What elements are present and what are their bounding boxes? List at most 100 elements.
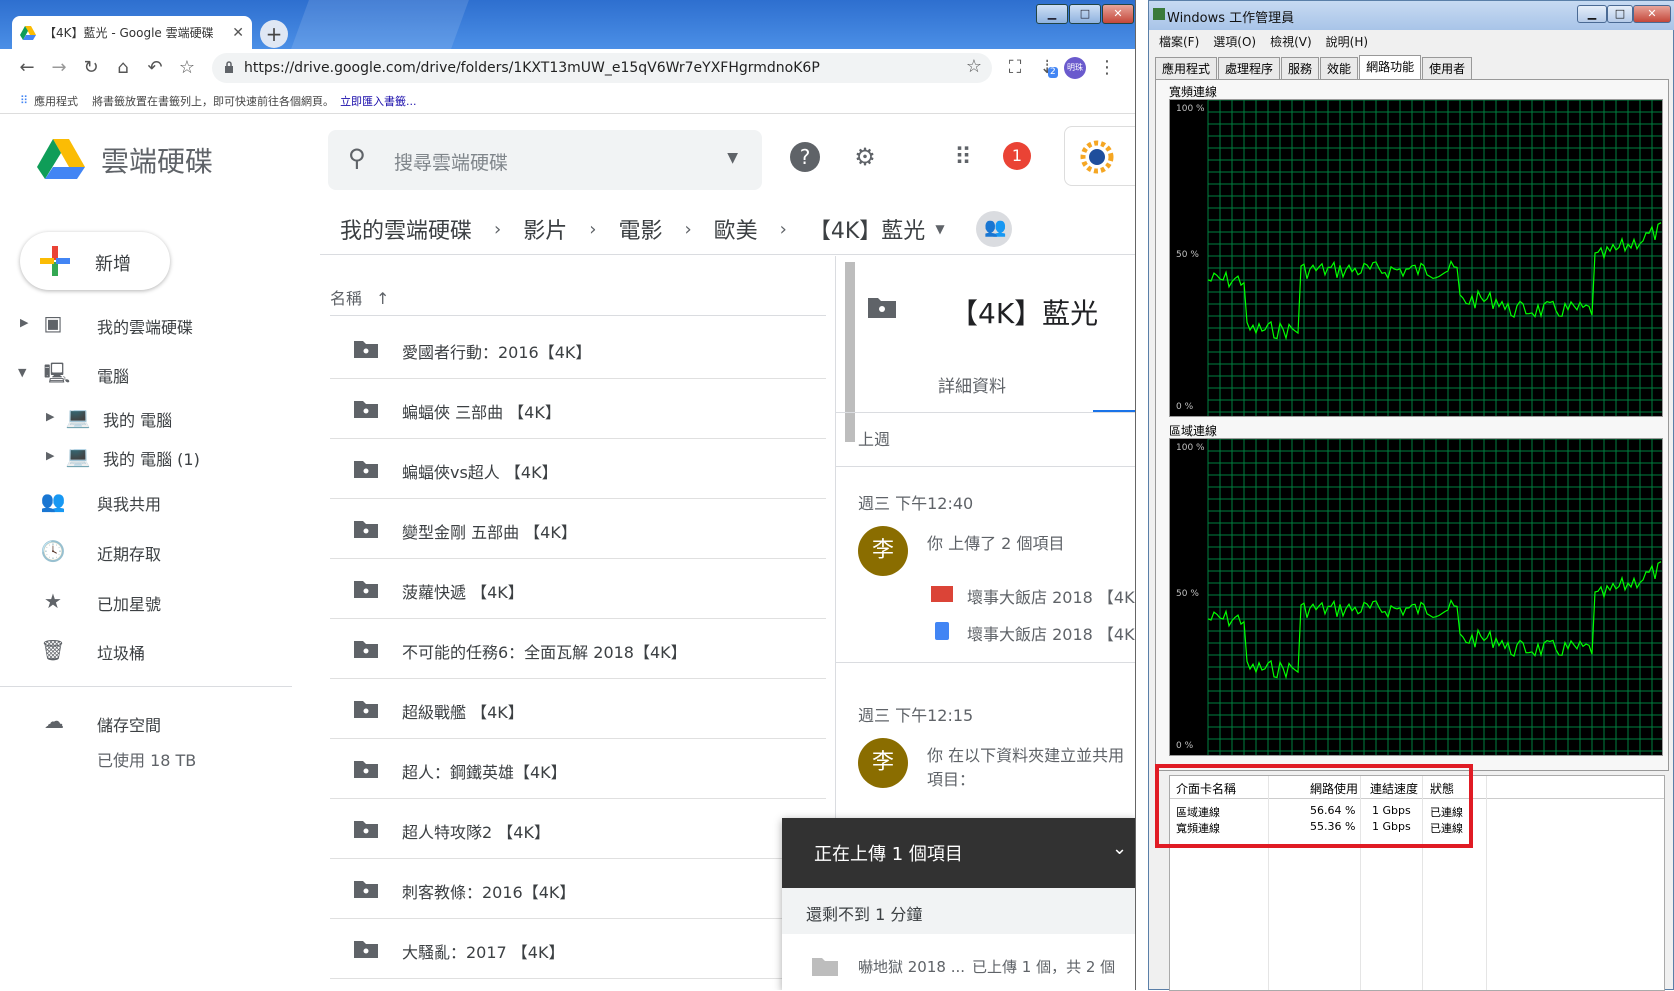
activity-file[interactable]: 壞事大飯店 2018 【4K bbox=[967, 584, 1135, 608]
apps-link[interactable]: 應用程式 bbox=[34, 93, 78, 109]
new-button[interactable]: 新增 bbox=[20, 232, 170, 290]
search-options-icon[interactable]: ▼ bbox=[727, 150, 738, 166]
taskmgr-title: Windows 工作管理員 bbox=[1167, 11, 1295, 26]
breadcrumb-current[interactable]: 【4K】藍光 bbox=[809, 213, 925, 245]
breadcrumb-item[interactable]: 電影 bbox=[618, 213, 662, 245]
column-header-name[interactable]: 名稱 ↑ bbox=[330, 285, 389, 309]
chevron-right-icon: › bbox=[684, 218, 692, 240]
nav-storage[interactable]: 儲存空間 bbox=[97, 712, 161, 736]
menu-file[interactable]: 檔案(F) bbox=[1159, 33, 1199, 50]
shared-folder-icon[interactable]: 👥 bbox=[976, 211, 1012, 247]
chevron-right-icon: › bbox=[779, 218, 787, 240]
nav-computers[interactable]: 電腦 bbox=[97, 363, 129, 387]
file-row[interactable]: 大騷亂：2017 【4K】 bbox=[330, 918, 826, 979]
collapse-chevron-icon[interactable]: ⌄ bbox=[1112, 838, 1127, 859]
crop-extension-icon[interactable]: ⛶ bbox=[1004, 57, 1026, 79]
browser-tab[interactable]: 【4K】藍光 - Google 雲端硬碟 ✕ bbox=[12, 16, 252, 49]
expand-arrow-icon[interactable]: ▶ bbox=[20, 316, 28, 329]
header-divider bbox=[320, 254, 1135, 255]
laptop-icon: 💻 bbox=[65, 405, 91, 429]
sort-arrow-up-icon[interactable]: ↑ bbox=[376, 289, 389, 308]
apps-launcher-icon[interactable]: ⠿ bbox=[948, 142, 978, 172]
tab-services[interactable]: 服務 bbox=[1281, 57, 1320, 79]
tab-users[interactable]: 使用者 bbox=[1422, 57, 1473, 79]
file-row[interactable]: 變型金剛 五部曲 【4K】 bbox=[330, 498, 826, 559]
maximize-button[interactable]: □ bbox=[1607, 5, 1633, 23]
nav-shared[interactable]: 與我共用 bbox=[97, 491, 161, 515]
home-icon[interactable]: ⌂ bbox=[112, 57, 134, 79]
collapse-arrow-icon[interactable]: ▼ bbox=[18, 366, 26, 379]
new-tab-button[interactable]: + bbox=[260, 20, 288, 48]
drive-logo-icon[interactable] bbox=[37, 139, 85, 179]
file-row[interactable]: 蝙蝠俠 三部曲 【4K】 bbox=[330, 378, 826, 439]
search-box[interactable]: ⚲ 搜尋雲端硬碟 ▼ bbox=[328, 130, 762, 190]
storage-used: 已使用 18 TB bbox=[97, 751, 197, 770]
scrollbar[interactable] bbox=[845, 262, 855, 442]
file-row[interactable]: 超級戰艦 【4K】 bbox=[330, 678, 826, 739]
tab-processes[interactable]: 處理程序 bbox=[1218, 57, 1281, 79]
close-window-button[interactable]: ✕ bbox=[1102, 4, 1134, 24]
search-input[interactable]: 搜尋雲端硬碟 bbox=[394, 148, 508, 175]
star-bookmark-icon[interactable]: ☆ bbox=[176, 57, 198, 79]
file-name: 超級戰艦 【4K】 bbox=[402, 703, 524, 722]
new-button-label: 新增 bbox=[95, 254, 131, 275]
minimize-button[interactable]: ▁ bbox=[1036, 4, 1068, 24]
close-tab-icon[interactable]: ✕ bbox=[232, 25, 244, 41]
bookmark-star-icon[interactable]: ☆ bbox=[966, 56, 982, 77]
details-divider bbox=[836, 662, 1135, 663]
minimize-button[interactable]: ▁ bbox=[1577, 5, 1607, 23]
undo-icon[interactable]: ↶ bbox=[144, 57, 166, 79]
file-row[interactable]: 不可能的任務6：全面瓦解 2018【4K】 bbox=[330, 618, 826, 679]
highlight-box bbox=[1155, 764, 1473, 848]
search-icon[interactable]: ⚲ bbox=[348, 144, 366, 172]
reload-icon[interactable]: ↻ bbox=[80, 57, 102, 79]
apps-grid-icon[interactable]: ⠿ bbox=[20, 94, 28, 107]
nav-computer-1[interactable]: 我的 電腦 bbox=[103, 407, 172, 431]
nav-trash[interactable]: 垃圾桶 bbox=[97, 640, 145, 664]
menu-help[interactable]: 說明(H) bbox=[1326, 33, 1368, 50]
settings-gear-icon[interactable]: ⚙ bbox=[850, 142, 880, 172]
tab-networking[interactable]: 網路功能 bbox=[1359, 55, 1422, 79]
nav-my-drive[interactable]: 我的雲端硬碟 bbox=[97, 314, 193, 338]
file-row[interactable]: 超人：鋼鐵英雄【4K】 bbox=[330, 738, 826, 799]
expand-arrow-icon[interactable]: ▶ bbox=[46, 410, 54, 423]
maximize-button[interactable]: □ bbox=[1069, 4, 1101, 24]
back-icon[interactable]: ← bbox=[16, 57, 38, 79]
file-row[interactable]: 蝙蝠俠vs超人 【4K】 bbox=[330, 438, 826, 499]
close-window-button[interactable]: ✕ bbox=[1633, 5, 1671, 23]
menu-options[interactable]: 選項(O) bbox=[1213, 33, 1256, 50]
profile-avatar[interactable]: 明珠 bbox=[1064, 57, 1086, 79]
file-name: 大騷亂：2017 【4K】 bbox=[402, 943, 565, 962]
file-name: 超人特攻隊2 【4K】 bbox=[402, 823, 550, 842]
import-bookmarks-link[interactable]: 立即匯入書籤... bbox=[340, 93, 417, 109]
breadcrumb-item[interactable]: 歐美 bbox=[714, 213, 758, 245]
activity-file[interactable]: 壞事大飯店 2018 【4K bbox=[967, 621, 1135, 645]
file-row[interactable]: 刺客教條：2016【4K】 bbox=[330, 858, 826, 919]
details-title: 【4K】藍光 bbox=[950, 297, 1099, 330]
account-logo[interactable] bbox=[1064, 126, 1135, 186]
chevron-down-icon[interactable]: ▼ bbox=[935, 222, 944, 236]
tab-applications[interactable]: 應用程式 bbox=[1155, 57, 1218, 79]
activity-section-label: 上週 bbox=[858, 430, 891, 449]
tab-details[interactable]: 詳細資料 bbox=[938, 372, 1006, 397]
nav-recent[interactable]: 近期存取 bbox=[97, 541, 161, 565]
breadcrumb-item[interactable]: 我的雲端硬碟 bbox=[340, 213, 472, 245]
shared-folder-icon bbox=[354, 641, 378, 658]
expand-arrow-icon[interactable]: ▶ bbox=[46, 449, 54, 462]
forward-icon[interactable]: → bbox=[48, 57, 70, 79]
nav-computer-2[interactable]: 我的 電腦 (1) bbox=[103, 446, 200, 470]
tab-performance[interactable]: 效能 bbox=[1320, 57, 1359, 79]
address-bar[interactable]: https://drive.google.com/drive/folders/1… bbox=[212, 53, 992, 83]
extension-icon[interactable]: ⇣ 2 bbox=[1036, 57, 1058, 79]
file-row[interactable]: 菠蘿快遞 【4K】 bbox=[330, 558, 826, 619]
menu-view[interactable]: 檢視(V) bbox=[1270, 33, 1312, 50]
file-row[interactable]: 愛國者行動：2016【4K】 bbox=[330, 318, 826, 379]
menu-icon[interactable]: ⋮ bbox=[1096, 57, 1118, 79]
extension-badge: 2 bbox=[1048, 67, 1058, 78]
file-row[interactable]: 超人特攻隊2 【4K】 bbox=[330, 798, 826, 859]
help-icon[interactable]: ? bbox=[790, 142, 820, 172]
nav-starred[interactable]: 已加星號 bbox=[97, 591, 161, 615]
notification-badge[interactable]: 1 bbox=[1003, 142, 1031, 170]
breadcrumb-item[interactable]: 影片 bbox=[523, 213, 567, 245]
taskmgr-titlebar: Windows 工作管理員 ▁ □ ✕ bbox=[1149, 1, 1674, 30]
